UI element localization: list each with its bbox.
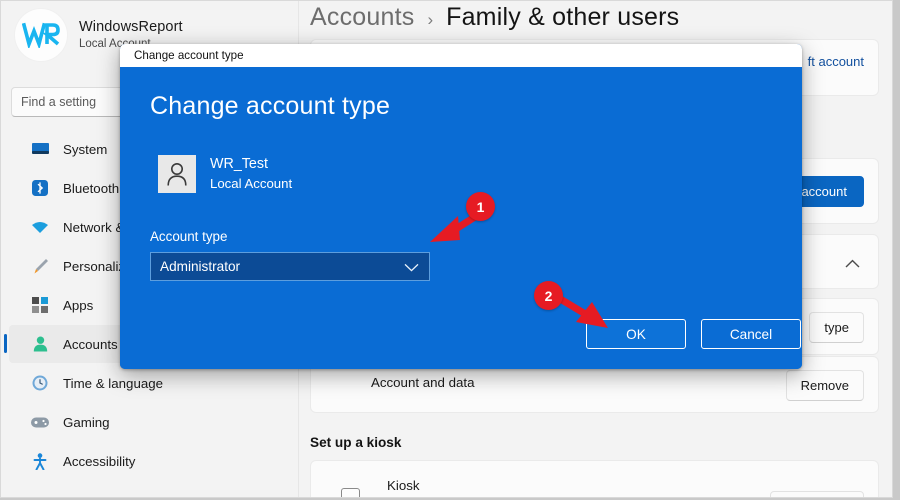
sidebar-item-label: Accessibility: [63, 454, 135, 469]
account-type-label: Account type: [150, 229, 227, 244]
remove-button[interactable]: Remove: [786, 370, 864, 401]
wifi-icon: [31, 218, 49, 236]
annotation-badge-2: 2: [534, 281, 563, 310]
dialog-user-subtitle: Local Account: [210, 174, 292, 193]
breadcrumb-parent[interactable]: Accounts: [310, 3, 414, 32]
screen: WindowsReport Local Account Find a setti…: [0, 0, 900, 500]
ok-button[interactable]: OK: [586, 319, 686, 349]
kiosk-get-started-button[interactable]: Get started: [770, 491, 864, 498]
dialog-body: Change account type WR_Test Local Accoun…: [120, 67, 802, 369]
microsoft-account-link[interactable]: ft account: [808, 54, 864, 69]
sidebar-item-label: Accounts: [63, 337, 118, 352]
sidebar-item-label: Gaming: [63, 415, 110, 430]
dialog-user-name: WR_Test: [210, 155, 292, 174]
search-input[interactable]: Find a setting: [11, 87, 133, 117]
annotation-badge-1: 1: [466, 192, 495, 221]
gamepad-icon: [31, 413, 49, 431]
account-name: WindowsReport: [79, 18, 183, 36]
dialog-titlebar: Change account type: [120, 44, 802, 67]
user-avatar-icon: [158, 155, 196, 193]
kiosk-title: Kiosk: [387, 478, 420, 493]
chevron-right-icon: ›: [427, 10, 433, 30]
chevron-up-icon[interactable]: [845, 255, 860, 273]
bluetooth-icon: [31, 179, 49, 197]
change-account-type-button[interactable]: type: [809, 312, 864, 343]
sidebar-item-label: Time & language: [63, 376, 163, 391]
cancel-button[interactable]: Cancel: [701, 319, 801, 349]
page-title: Family & other users: [446, 3, 679, 32]
kiosk-checkbox[interactable]: [341, 488, 360, 498]
search-input-wrapper[interactable]: Find a setting: [11, 87, 133, 117]
sidebar-item-label: System: [63, 142, 107, 157]
account-type-selected-value: Administrator: [160, 259, 240, 274]
kiosk-card: Kiosk Turn this device into a kiosk to r…: [310, 460, 879, 498]
account-and-data-label: Account and data: [371, 375, 475, 390]
sidebar-item-time-language[interactable]: Time & language: [9, 364, 290, 402]
wr-logo-icon: [22, 22, 60, 48]
person-icon: [31, 335, 49, 353]
account-type-select[interactable]: Administrator: [150, 252, 430, 281]
kiosk-section-heading: Set up a kiosk: [310, 435, 401, 450]
sidebar-item-accessibility[interactable]: Accessibility: [9, 442, 290, 480]
avatar: [15, 9, 67, 61]
clock-icon: [31, 374, 49, 392]
sidebar-item-label: Apps: [63, 298, 93, 313]
monitor-icon: [31, 140, 49, 158]
accessibility-icon: [31, 452, 49, 470]
breadcrumb: Accounts › Family & other users: [310, 3, 679, 32]
dialog-user-row: WR_Test Local Account: [158, 155, 292, 193]
dialog-heading: Change account type: [150, 92, 390, 121]
apps-icon: [31, 296, 49, 314]
change-account-type-dialog: Change account type Change account type …: [120, 44, 802, 369]
chevron-down-icon: [404, 260, 419, 275]
brush-icon: [31, 257, 49, 275]
sidebar-item-gaming[interactable]: Gaming: [9, 403, 290, 441]
dialog-titlebar-text: Change account type: [134, 49, 244, 62]
